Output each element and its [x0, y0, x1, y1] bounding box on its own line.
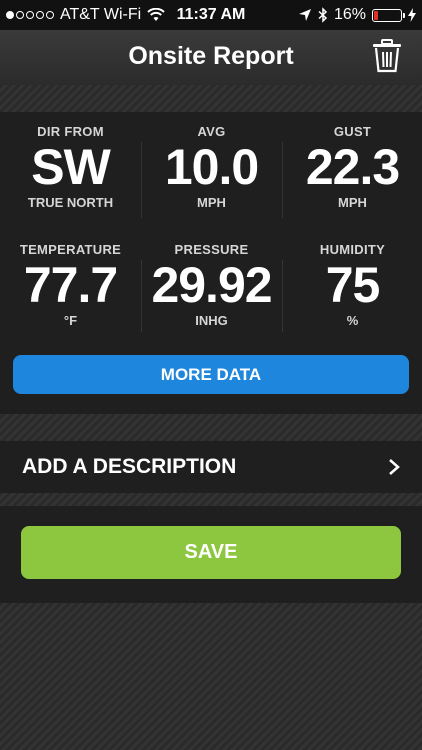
trash-icon[interactable] — [372, 39, 402, 73]
add-description-row[interactable]: ADD A DESCRIPTION — [0, 441, 422, 493]
stat-label: HUMIDITY — [319, 242, 386, 257]
add-description-label: ADD A DESCRIPTION — [22, 455, 237, 478]
stat-humidity: HUMIDITY 75 % — [282, 242, 422, 328]
battery-level — [374, 10, 378, 20]
column-divider — [282, 260, 283, 332]
battery-icon — [372, 8, 405, 22]
page-title: Onsite Report — [128, 42, 294, 70]
chevron-right-icon — [389, 459, 400, 475]
stat-value: 22.3 — [305, 139, 400, 195]
stat-label: PRESSURE — [174, 242, 249, 257]
bluetooth-icon — [318, 7, 328, 23]
more-data-button[interactable]: MORE DATA — [13, 355, 409, 394]
stat-unit: % — [346, 313, 359, 328]
stat-unit: INHG — [195, 313, 228, 328]
status-right: 16% — [298, 6, 416, 24]
save-panel: SAVE — [0, 506, 422, 603]
stat-pressure: PRESSURE 29.92 INHG — [141, 242, 282, 328]
column-divider — [141, 260, 142, 332]
stat-gust: GUST 22.3 MPH — [282, 124, 422, 210]
nav-header: Onsite Report — [0, 30, 422, 85]
location-arrow-icon — [298, 9, 311, 21]
stat-label: GUST — [333, 124, 372, 139]
weather-stats-panel: DIR FROM SW TRUE NORTH AVG 10.0 MPH GUST… — [0, 112, 422, 414]
stat-temperature: TEMPERATURE 77.7 °F — [0, 242, 141, 328]
stat-label: TEMPERATURE — [19, 242, 122, 257]
stat-unit: °F — [63, 313, 78, 328]
stat-value: 75 — [325, 257, 381, 313]
column-divider — [141, 142, 142, 218]
status-bar: AT&T Wi-Fi 11:37 AM 16% — [0, 0, 422, 30]
stat-label: DIR FROM — [37, 124, 104, 139]
stat-wind-direction: DIR FROM SW TRUE NORTH — [0, 124, 141, 210]
stat-unit: MPH — [338, 195, 367, 210]
charging-bolt-icon — [408, 8, 416, 22]
stat-unit: MPH — [197, 195, 226, 210]
stat-value: 29.92 — [151, 257, 272, 313]
stat-unit: TRUE NORTH — [27, 195, 114, 210]
stat-value: SW — [31, 139, 111, 195]
stat-average-speed: AVG 10.0 MPH — [141, 124, 282, 210]
save-button[interactable]: SAVE — [21, 526, 401, 579]
stat-label: AVG — [197, 124, 226, 139]
stat-value: 77.7 — [23, 257, 118, 313]
battery-percent: 16% — [333, 6, 366, 23]
column-divider — [282, 142, 283, 218]
stat-value: 10.0 — [164, 139, 259, 195]
